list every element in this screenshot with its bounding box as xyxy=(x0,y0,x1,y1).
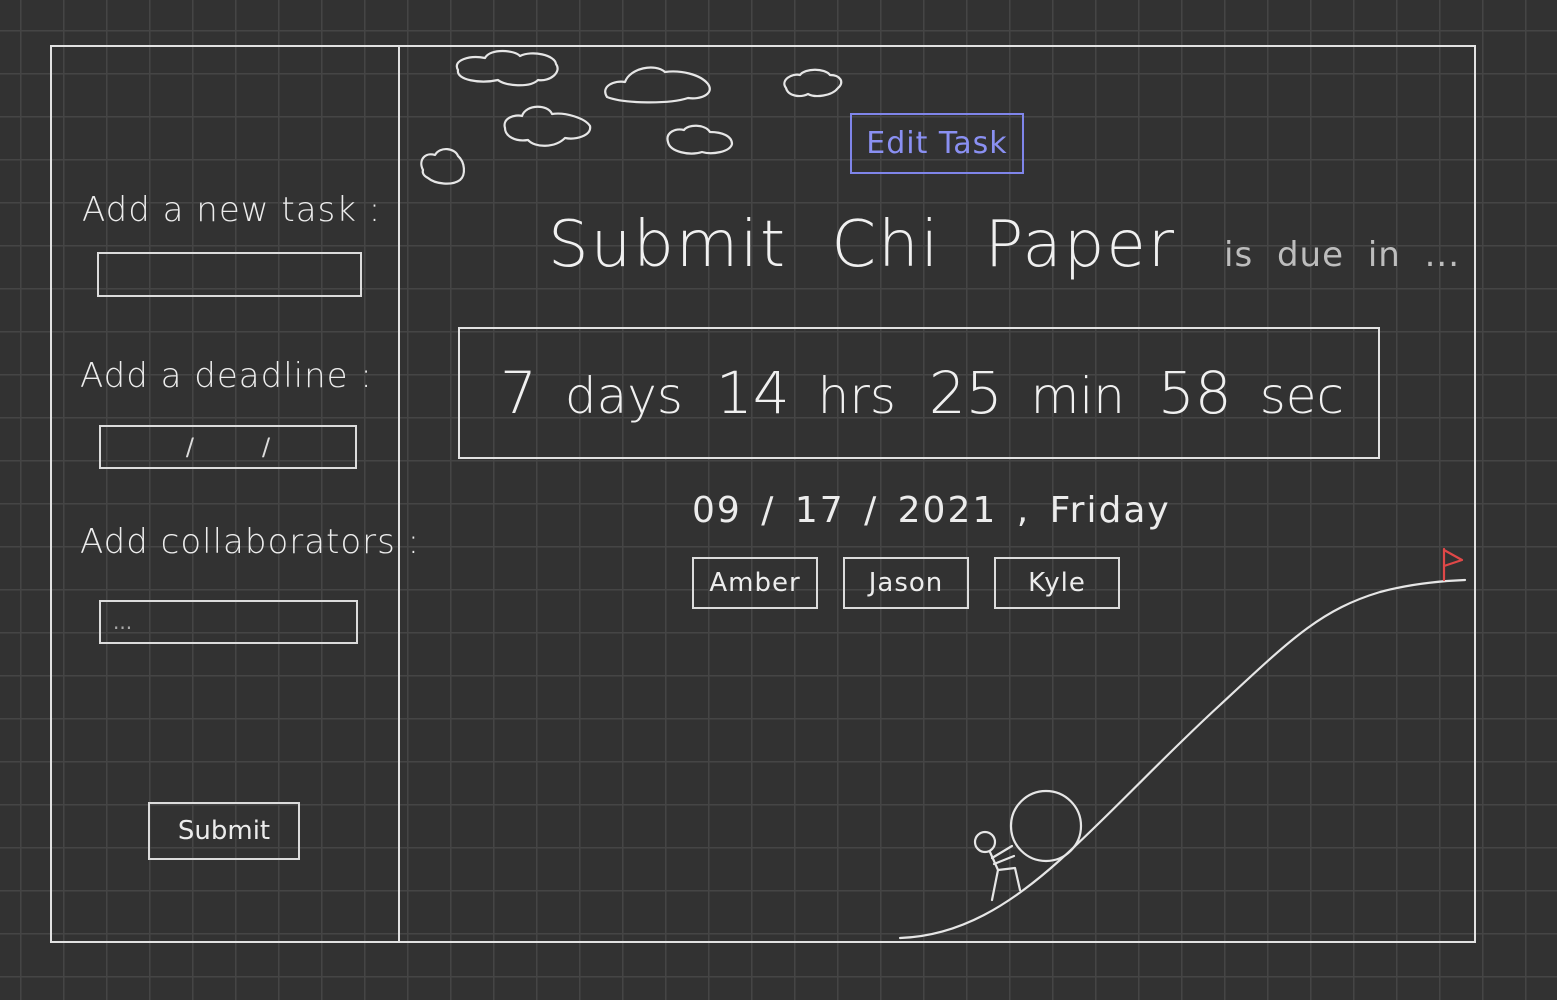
countdown-seconds: 58 sec xyxy=(1158,359,1344,427)
task-heading: Submit Chi Paper is due in ... xyxy=(548,208,1460,282)
seconds-value: 58 xyxy=(1157,359,1232,427)
minutes-unit: min xyxy=(1030,367,1125,425)
hours-unit: hrs xyxy=(817,367,896,425)
collaborator-chip[interactable]: Amber xyxy=(692,557,818,609)
deadline-separator-2: / xyxy=(262,433,271,461)
countdown-hours: 14 hrs xyxy=(716,359,896,427)
deadline-separator-1: / xyxy=(185,433,194,461)
hours-value: 14 xyxy=(715,359,790,427)
task-input[interactable] xyxy=(97,252,362,297)
due-suffix: is due in ... xyxy=(1224,235,1461,275)
collaborator-chip[interactable]: Kyle xyxy=(994,557,1120,609)
collaborators-input[interactable] xyxy=(99,600,358,644)
countdown-days: 7 days xyxy=(500,359,683,427)
collaborators-label: Add collaborators : xyxy=(80,522,421,562)
deadline-label: Add a deadline : xyxy=(80,356,373,396)
task-name: Submit Chi Paper xyxy=(548,208,1176,282)
minutes-value: 25 xyxy=(928,359,1003,427)
deadline-field[interactable]: / / xyxy=(99,425,357,469)
days-value: 7 xyxy=(500,359,537,427)
collaborator-chip[interactable]: Jason xyxy=(843,557,969,609)
task-label: Add a new task : xyxy=(82,190,382,230)
days-unit: days xyxy=(564,367,683,425)
countdown-minutes: 25 min xyxy=(929,359,1125,427)
collaborator-list: Amber Jason Kyle xyxy=(692,557,1120,609)
countdown-timer: 7 days 14 hrs 25 min 58 sec xyxy=(458,327,1380,459)
edit-task-button[interactable]: Edit Task xyxy=(850,113,1024,174)
submit-button[interactable]: Submit xyxy=(148,802,300,860)
due-date: 09 / 17 / 2021 , Friday xyxy=(692,490,1171,531)
seconds-unit: sec xyxy=(1259,367,1344,425)
